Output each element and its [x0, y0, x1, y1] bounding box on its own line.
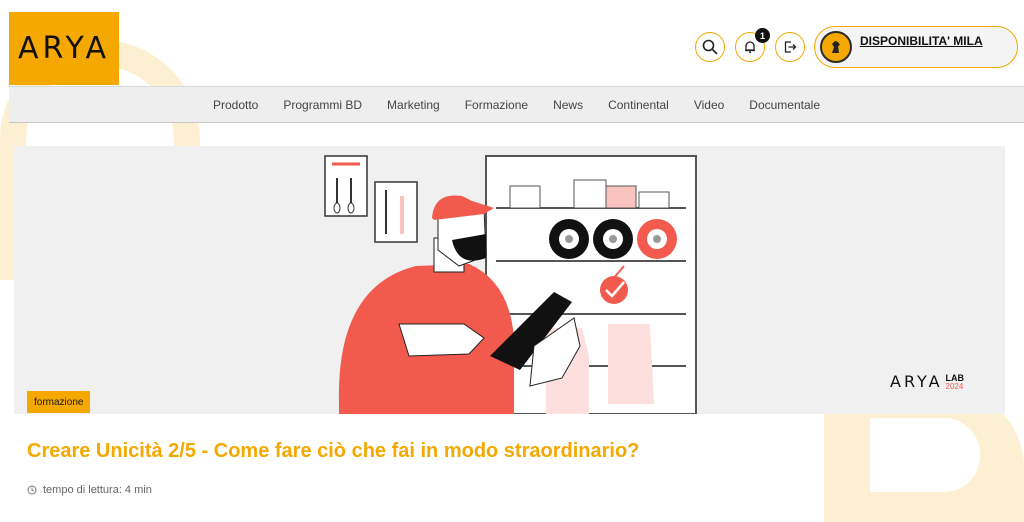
nav-item-programmi-bd[interactable]: Programmi BD	[271, 98, 375, 112]
main-navigation: Prodotto Programmi BD Marketing Formazio…	[9, 86, 1024, 123]
notification-count-badge: 1	[755, 28, 770, 43]
horse-emblem-icon	[832, 41, 840, 53]
reading-time-label: tempo di lettura: 4 min	[43, 484, 152, 496]
reading-time: tempo di lettura: 4 min	[27, 484, 152, 496]
arya-logo[interactable]: ARYA	[9, 12, 119, 85]
clock-icon	[27, 485, 37, 495]
dealer-selector[interactable]: DISPONIBILITA' MILA	[814, 26, 1018, 68]
nav-item-marketing[interactable]: Marketing	[375, 98, 453, 112]
notifications-button[interactable]: 1	[735, 28, 770, 62]
nav-item-continental[interactable]: Continental	[596, 98, 682, 112]
search-button[interactable]	[695, 32, 725, 62]
logout-button[interactable]	[775, 32, 805, 62]
nav-item-documentale[interactable]: Documentale	[737, 98, 833, 112]
arya-lab-tag: LAB 2024	[946, 374, 965, 391]
mechanic-illustration	[324, 155, 697, 414]
dealer-name: DISPONIBILITA' MILA	[860, 34, 983, 48]
nav-item-video[interactable]: Video	[681, 98, 736, 112]
arya-lab-wordmark: ARYA	[890, 372, 943, 391]
logo-text: ARYA	[18, 31, 110, 66]
header: ARYA 1 DISPONIBILITA' MILA	[0, 0, 1024, 86]
search-icon	[702, 39, 718, 55]
arya-lab-logo: ARYA LAB 2024	[890, 372, 964, 391]
logout-icon	[784, 41, 797, 53]
category-badge[interactable]: formazione	[27, 391, 91, 413]
article-title[interactable]: Creare Unicità 2/5 - Come fare ciò che f…	[27, 440, 639, 463]
dealer-logo	[820, 31, 852, 63]
nav-item-formazione[interactable]: Formazione	[452, 98, 540, 112]
arya-lab-year: 2024	[945, 382, 964, 391]
article-hero-image[interactable]: ARYA LAB 2024	[14, 146, 1005, 414]
nav-item-news[interactable]: News	[541, 98, 596, 112]
bell-icon	[745, 41, 755, 54]
nav-item-prodotto[interactable]: Prodotto	[200, 98, 270, 112]
